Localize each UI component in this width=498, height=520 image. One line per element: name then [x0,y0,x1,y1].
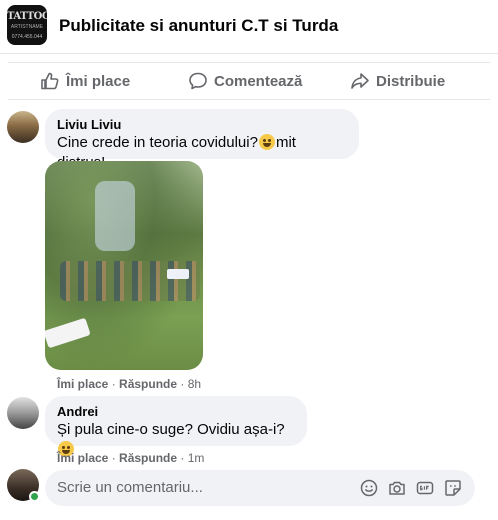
comment-time[interactable]: 8h [188,377,201,391]
like-label: Îmi place [66,72,131,90]
comment-icon [189,72,207,90]
comment-time[interactable]: 1m [188,451,205,465]
comment-reply-link[interactable]: Răspunde [119,451,177,465]
emoji-icon[interactable] [359,478,379,498]
comment-bubble: Andrei Și pula cine-o suge? Ovidiu așa-i… [45,396,307,457]
comment-text-part: Și pula cine-o suge? Ovidiu așa-i? [57,421,285,438]
group-title[interactable]: Publicitate si anunturi C.T si Turda [59,16,338,36]
comment-label: Comentează [214,72,303,90]
comment-text-part: Cine crede in teoria covidului? [57,134,258,151]
comment-input-placeholder: Scrie un comentariu... [57,479,203,496]
comment-meta: Îmi place · Răspunde · 1m [57,451,205,465]
post-action-bar: Îmi place Comentează Distribuie [8,62,490,100]
comment-author[interactable]: Liviu Liviu [57,117,347,133]
like-button[interactable]: Îmi place [40,63,130,99]
group-logo-text: TATTOO [7,11,47,22]
like-icon [41,72,59,90]
share-label: Distribuie [376,72,446,90]
share-icon [351,73,369,89]
photo-chair [167,269,189,279]
photo-sky [95,181,135,251]
comment-photo[interactable] [45,161,203,370]
camera-icon[interactable] [387,478,407,498]
sticker-icon[interactable] [443,478,463,498]
gif-icon[interactable] [415,478,435,498]
comment-input[interactable]: Scrie un comentariu... [45,470,475,506]
photo-crowd [60,261,200,301]
group-avatar[interactable]: TATTOO ARTISTNAME 0774.455.044 [7,5,47,45]
online-status-dot [29,491,40,502]
comment-reply-link[interactable]: Răspunde [119,377,177,391]
comment-author[interactable]: Andrei [57,404,295,420]
comment-bubble: Liviu Liviu Cine crede in teoria covidul… [45,109,359,171]
comment-meta: Îmi place · Răspunde · 8h [57,377,202,391]
grinning-emoji-icon [258,134,275,150]
comment-like-link[interactable]: Îmi place [57,451,108,465]
share-button[interactable]: Distribuie [350,63,445,99]
group-logo-phone: 0774.455.044 [11,34,43,40]
photo-chair [45,317,91,349]
commenter-avatar-liviu[interactable] [7,111,39,143]
commenter-avatar-andrei[interactable] [7,397,39,429]
group-logo-sub: ARTISTNAME [10,24,44,30]
comment-button[interactable]: Comentează [188,63,302,99]
comment-like-link[interactable]: Îmi place [57,377,108,391]
post-header: TATTOO ARTISTNAME 0774.455.044 Publicita… [0,0,498,54]
